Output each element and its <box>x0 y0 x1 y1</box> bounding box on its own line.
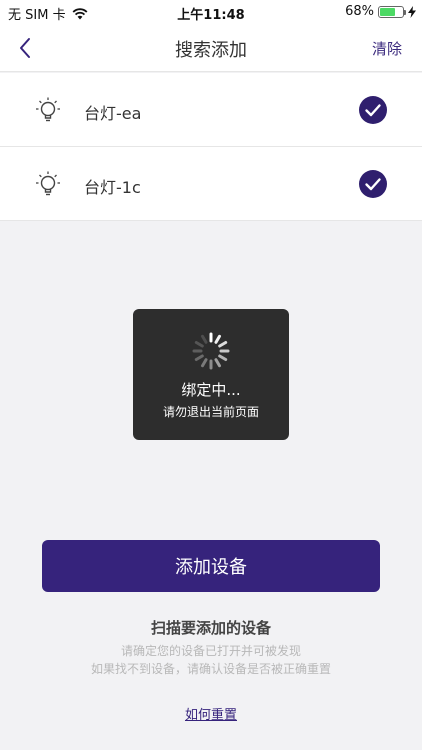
battery-fill <box>380 7 395 16</box>
page-title: 搜索添加 <box>175 40 247 61</box>
loading-spinner-icon <box>192 332 230 370</box>
hint-line-2: 如果找不到设备，请确认设备是否被正确重置 <box>90 662 331 676</box>
check-circle-icon[interactable] <box>358 169 388 199</box>
battery-percent: 68% <box>345 4 374 19</box>
check-circle-icon[interactable] <box>358 95 388 125</box>
charging-bolt-icon <box>408 5 416 18</box>
hint-line-1: 请确定您的设备已打开并可被发现 <box>120 644 301 658</box>
scan-title: 扫描要添加的设备 <box>150 619 271 637</box>
device-item[interactable]: 台灯-ea <box>0 73 422 147</box>
bulb-icon <box>36 171 60 196</box>
status-bar: 无 SIM 卡 上午11:48 68% <box>0 0 422 24</box>
bulb-icon <box>36 97 60 122</box>
device-item[interactable]: 台灯-1c <box>0 147 422 221</box>
battery-icon <box>378 5 406 18</box>
clear-button[interactable]: 清除 <box>372 38 402 59</box>
device-label: 台灯-ea <box>84 104 142 123</box>
toast-title: 绑定中... <box>181 381 241 399</box>
add-device-button[interactable]: 添加设备 <box>42 540 380 592</box>
device-label: 台灯-1c <box>84 178 141 197</box>
loading-toast: 绑定中... 请勿退出当前页面 <box>133 309 289 440</box>
device-list: 台灯-ea 台灯-1c <box>0 73 422 221</box>
how-to-reset-link[interactable]: 如何重置 <box>0 704 422 723</box>
status-right: 68% <box>345 4 416 19</box>
navigation-bar: 搜索添加 清除 <box>0 24 422 72</box>
toast-subtitle: 请勿退出当前页面 <box>162 405 259 419</box>
